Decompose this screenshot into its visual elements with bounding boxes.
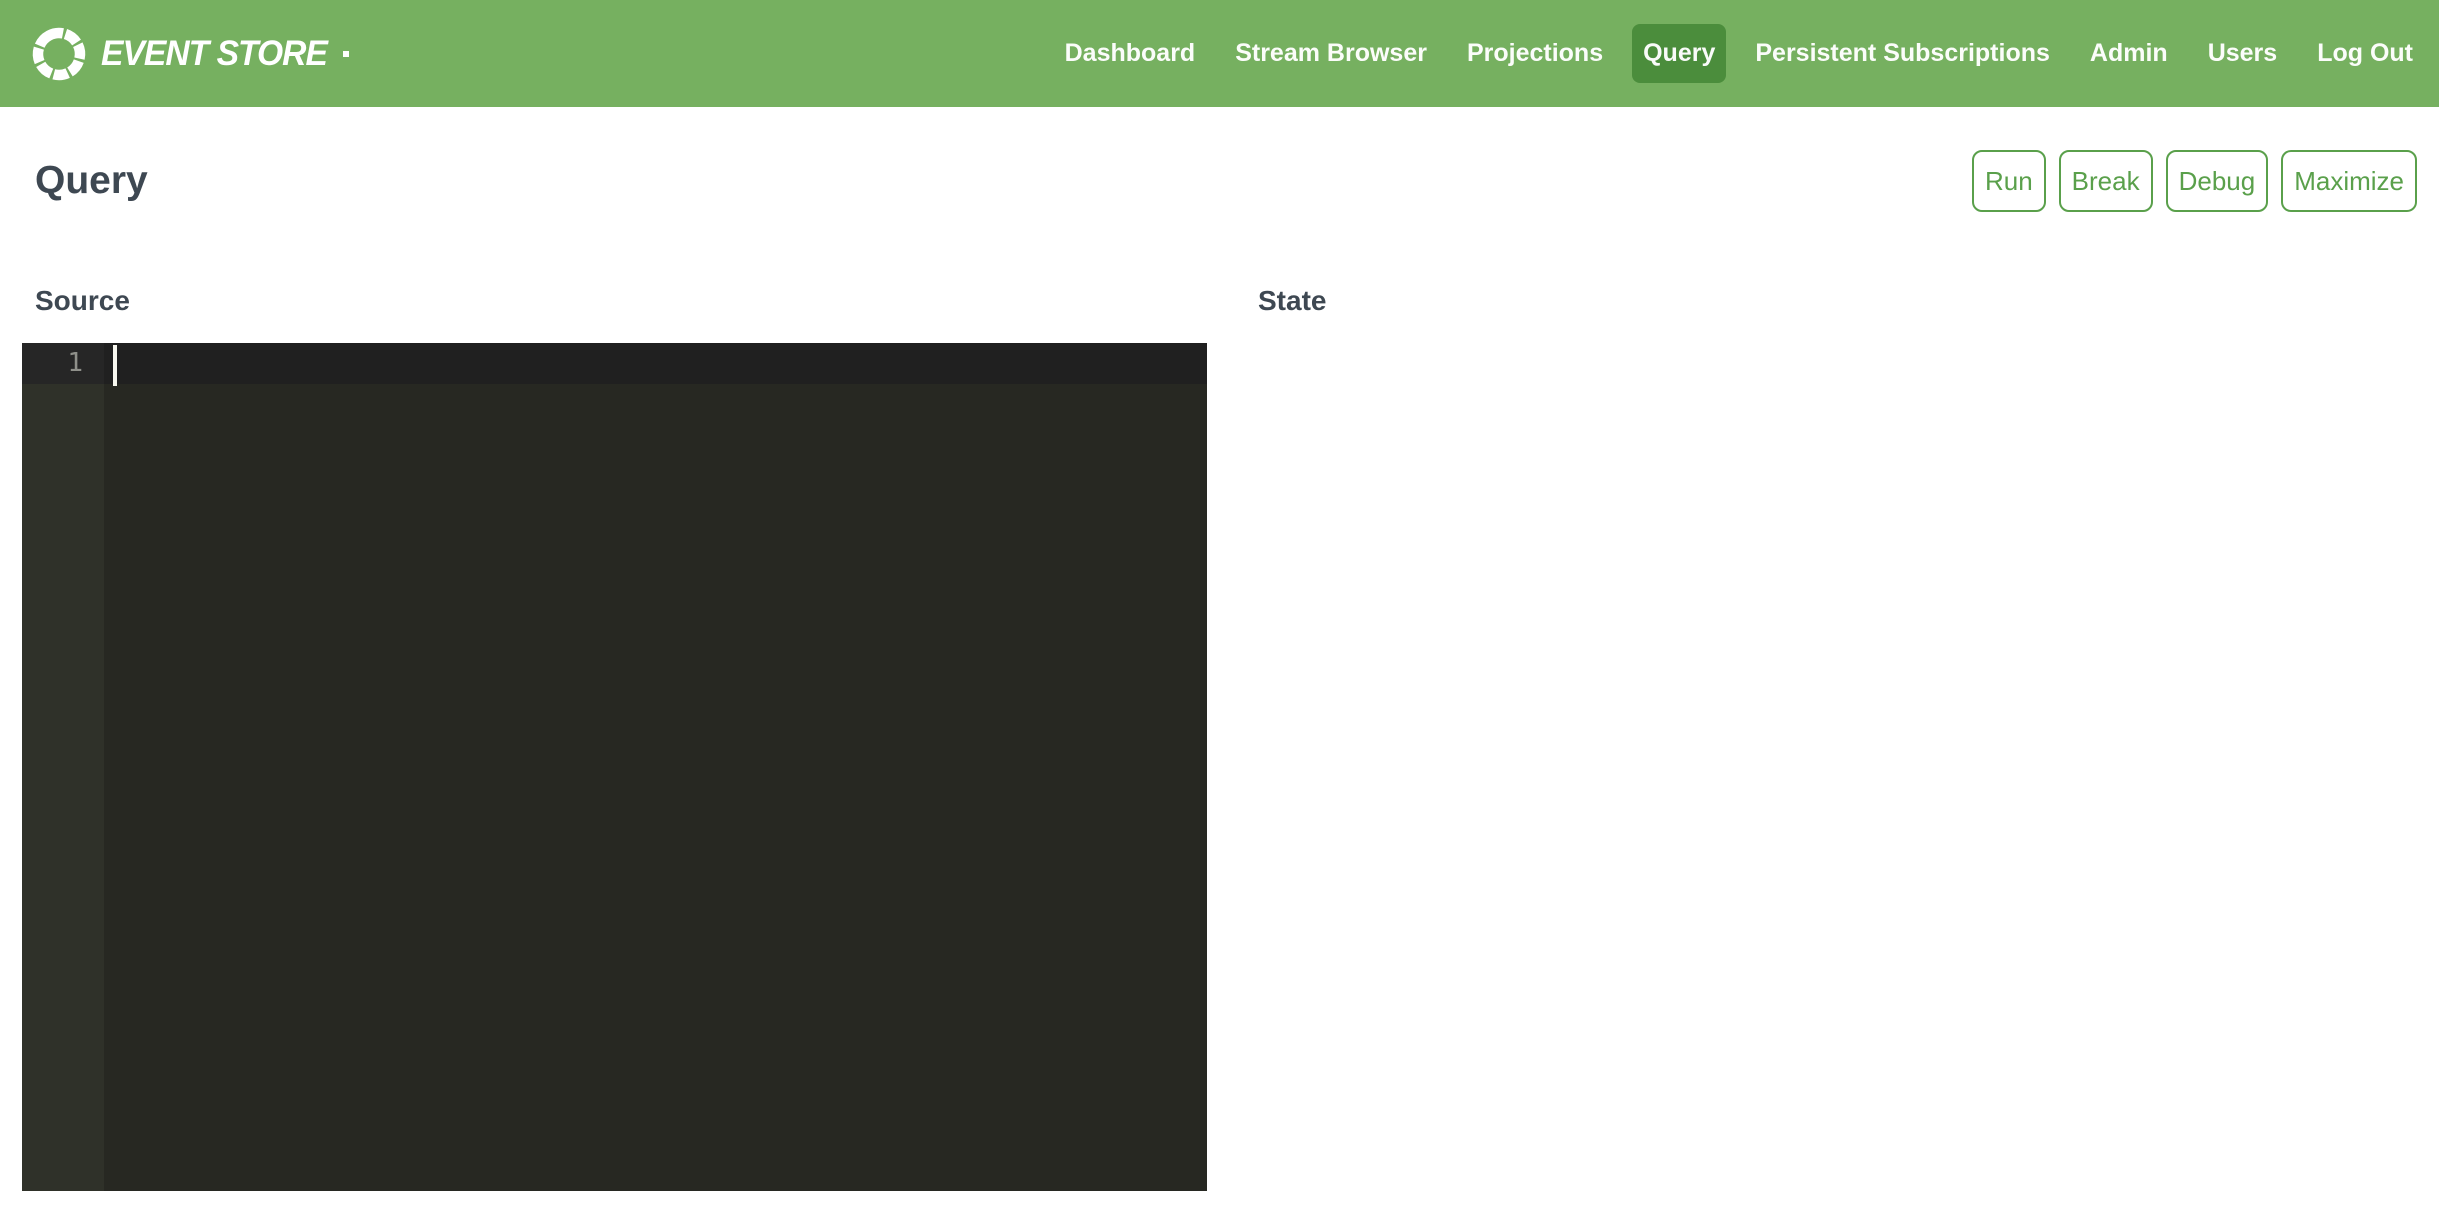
editor-cursor: [113, 345, 117, 386]
header-buttons: RunBreakDebugMaximize: [1972, 150, 2417, 212]
top-navbar: EVENT STORE Dashboard Stream Browser Proje…: [0, 0, 2439, 107]
event-store-wordmark: EVENT STORE: [101, 34, 327, 74]
maximize-button[interactable]: Maximize: [2281, 150, 2417, 212]
logo-trademark-dot: [343, 51, 349, 57]
source-editor[interactable]: 1: [22, 343, 1207, 1191]
state-panel-label: State: [1258, 285, 1326, 317]
break-button[interactable]: Break: [2059, 150, 2153, 212]
page-header: Query RunBreakDebugMaximize: [0, 107, 2439, 215]
page-title: Query: [35, 159, 148, 203]
nav-item-stream-browser[interactable]: Stream Browser: [1235, 39, 1427, 68]
run-button[interactable]: Run: [1972, 150, 2046, 212]
nav-item-log-out[interactable]: Log Out: [2317, 39, 2413, 68]
nav-item-admin[interactable]: Admin: [2090, 39, 2168, 68]
state-content: [1258, 343, 2417, 1191]
nav-items: Dashboard Stream Browser Projections Query P…: [1045, 0, 2433, 107]
nav-item-query[interactable]: Query: [1632, 24, 1726, 83]
debug-button[interactable]: Debug: [2166, 150, 2269, 212]
nav-item-projections[interactable]: Projections: [1467, 39, 1603, 68]
event-store-logo[interactable]: EVENT STORE: [30, 25, 349, 83]
nav-item-persistent-subscriptions[interactable]: Persistent Subscriptions: [1755, 39, 2050, 68]
source-panel-label: Source: [35, 285, 130, 317]
nav-item-dashboard[interactable]: Dashboard: [1065, 39, 1196, 68]
event-store-ring-icon: [30, 25, 88, 83]
editor-active-line: [22, 343, 1207, 384]
nav-item-users[interactable]: Users: [2208, 39, 2278, 68]
editor-line-number: 1: [22, 343, 104, 384]
editor-gutter: [22, 343, 104, 1191]
